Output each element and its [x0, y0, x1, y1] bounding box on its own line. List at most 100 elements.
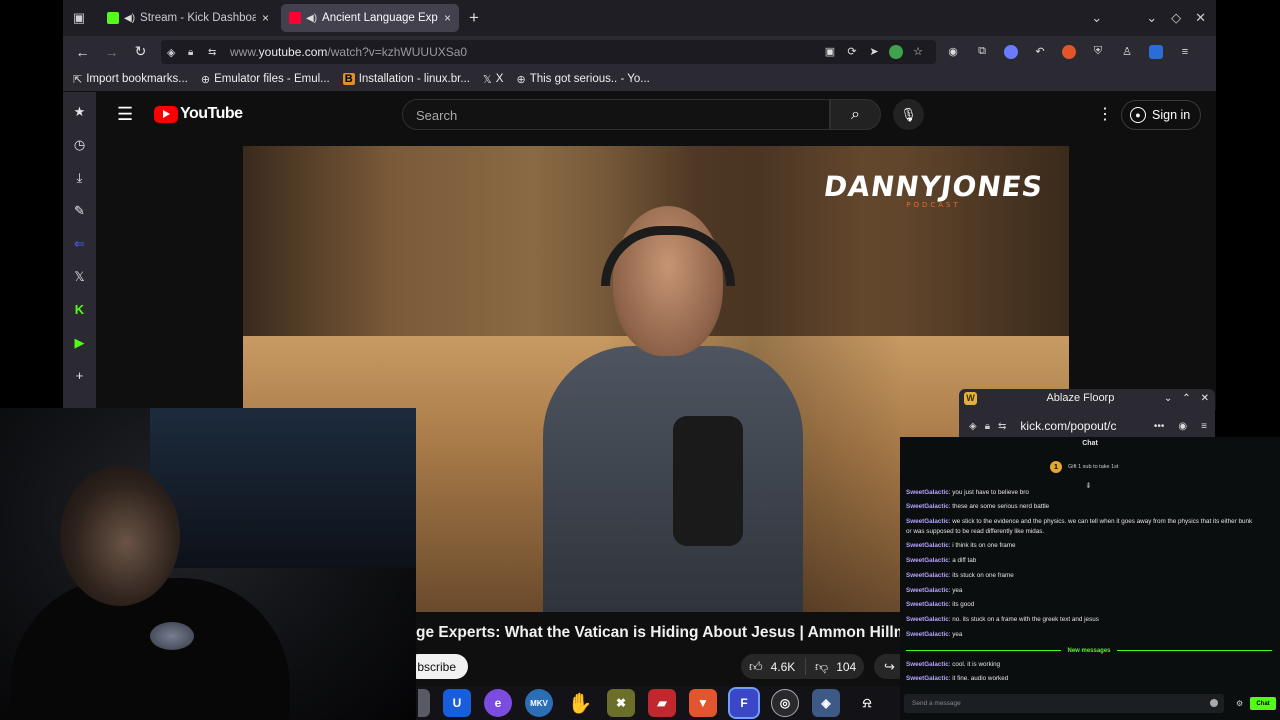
- speaker-icon[interactable]: ◀): [306, 13, 317, 24]
- maximize-icon[interactable]: ◇: [1171, 10, 1181, 26]
- chat-username[interactable]: SweetGalactic: [906, 616, 949, 623]
- add-panel-icon[interactable]: +: [71, 367, 88, 384]
- tool-icon[interactable]: ✖: [607, 689, 635, 717]
- translate-icon[interactable]: ⟳: [845, 45, 859, 59]
- hand-icon[interactable]: ✋: [566, 689, 594, 717]
- close-tab-icon[interactable]: ×: [444, 11, 451, 25]
- firefox-icon[interactable]: [1062, 44, 1076, 59]
- guide-menu-icon[interactable]: ☰: [117, 104, 133, 125]
- shield-icon[interactable]: ◈: [167, 46, 175, 59]
- bookmark-import[interactable]: ⇱ Import bookmarks...: [73, 73, 188, 86]
- youtube-logo[interactable]: YouTube: [154, 105, 243, 123]
- chat-username[interactable]: SweetGalactic: [906, 601, 949, 608]
- close-tab-icon[interactable]: ×: [262, 11, 269, 25]
- hamburger-menu-icon[interactable]: ≡: [1178, 45, 1192, 59]
- more-icon[interactable]: •••: [1154, 421, 1165, 432]
- close-window-icon[interactable]: ✕: [1195, 10, 1206, 26]
- hamburger-menu-icon[interactable]: ≡: [1201, 421, 1207, 432]
- permissions-icon[interactable]: ⇆: [998, 421, 1006, 432]
- subscribe-button[interactable]: bscribe: [416, 654, 468, 679]
- history-icon[interactable]: ◷: [71, 136, 88, 153]
- send-icon[interactable]: ➤: [867, 45, 881, 59]
- search-input[interactable]: Search: [402, 99, 830, 130]
- url-bar[interactable]: ◈ 🔒︎ ⇆ www.youtube.com/watch?v=kzhWUUUXS…: [161, 40, 936, 64]
- floorp-icon[interactable]: F: [728, 687, 760, 719]
- obs-icon[interactable]: ◎: [771, 689, 799, 717]
- chat-message-input[interactable]: Send a message: [904, 694, 1224, 713]
- chat-send-button[interactable]: Chat: [1250, 697, 1276, 710]
- chat-username[interactable]: SweetGalactic: [906, 631, 949, 638]
- minimize-icon[interactable]: ⌄: [1164, 393, 1172, 404]
- dislike-button[interactable]: 👎︎ 104: [806, 659, 856, 675]
- chat-username[interactable]: SweetGalactic: [906, 542, 949, 549]
- gear-icon[interactable]: ⚙: [1236, 699, 1243, 708]
- lock-icon[interactable]: 🔒︎: [188, 47, 193, 58]
- chat-username[interactable]: SweetGalactic: [906, 518, 949, 525]
- rumble-panel-icon[interactable]: ▶: [71, 334, 88, 351]
- bookmark-x[interactable]: 𝕏X: [483, 73, 504, 86]
- new-tab-button[interactable]: +: [469, 8, 479, 28]
- popup-url-bar[interactable]: ◈ 🔒︎ ⇆ kick.com/popout/c ••• ◉ ≡: [959, 415, 1215, 437]
- picture-icon[interactable]: ▣: [823, 45, 837, 59]
- bookmark-star-icon[interactable]: ☆: [911, 45, 925, 59]
- new-messages-divider[interactable]: New messages: [906, 646, 1272, 655]
- reload-icon[interactable]: ↻: [126, 43, 155, 60]
- permissions-icon[interactable]: ⇆: [208, 47, 216, 58]
- person-icon[interactable]: ♙: [1120, 45, 1134, 59]
- tab-list-icon[interactable]: ▣: [63, 0, 95, 36]
- maximize-icon[interactable]: ⌃: [1182, 393, 1190, 404]
- emote-icon[interactable]: [1210, 699, 1218, 707]
- account-icon[interactable]: ◉: [946, 45, 960, 59]
- back-icon[interactable]: ←: [68, 44, 97, 60]
- chat-username[interactable]: SweetGalactic: [906, 587, 949, 594]
- account-icon[interactable]: ◉: [1178, 421, 1187, 432]
- like-button[interactable]: 👍︎ 4.6K: [741, 658, 806, 675]
- tab-youtube[interactable]: ◀) Ancient Language Experts ×: [281, 4, 459, 32]
- minimize-icon[interactable]: ⌄: [1146, 10, 1157, 26]
- mkv-icon[interactable]: MKV: [525, 689, 553, 717]
- voice-search-button[interactable]: 🎙︎: [893, 99, 924, 130]
- share-button[interactable]: ↪: [874, 654, 900, 679]
- chat-username[interactable]: SweetGalactic: [906, 503, 949, 510]
- pinned-gift-banner[interactable]: 1 Gift 1 sub to take 1st: [1050, 461, 1118, 473]
- app-icon[interactable]: ◈: [812, 689, 840, 717]
- forward-icon[interactable]: →: [97, 44, 126, 60]
- chat-username[interactable]: SweetGalactic: [906, 661, 949, 668]
- settings-kebab-icon[interactable]: ⋮: [1097, 104, 1113, 124]
- notes-icon[interactable]: ✎: [71, 202, 88, 219]
- expand-arrow-icon[interactable]: ⇟: [1085, 481, 1092, 490]
- close-window-icon[interactable]: ✕: [1201, 393, 1209, 404]
- tray-icon[interactable]: ⍾: [853, 689, 881, 717]
- sign-in-button[interactable]: ● Sign in: [1121, 100, 1201, 130]
- downloads-icon[interactable]: ⤓: [71, 169, 88, 186]
- undo-icon[interactable]: ↶: [1033, 45, 1047, 59]
- chat-username[interactable]: SweetGalactic: [906, 557, 949, 564]
- floorp-panel-icon[interactable]: ⇐: [71, 235, 88, 252]
- green-extension-icon[interactable]: [889, 44, 903, 59]
- bitwarden-icon[interactable]: U: [443, 689, 471, 717]
- red-app-icon[interactable]: ▰: [648, 689, 676, 717]
- profile-icon[interactable]: [1004, 44, 1018, 59]
- search-button[interactable]: ⌕: [830, 99, 881, 130]
- ublock-icon[interactable]: ⛨: [1091, 45, 1105, 59]
- bookmarks-star-icon[interactable]: ★: [71, 103, 88, 120]
- kick-panel-icon[interactable]: K: [71, 301, 88, 318]
- shield-icon[interactable]: ◈: [969, 421, 977, 432]
- lock-icon[interactable]: 🔒︎: [985, 421, 990, 432]
- chat-username[interactable]: SweetGalactic: [906, 675, 949, 682]
- extensions-icon[interactable]: ⧉: [975, 45, 989, 59]
- brave-icon[interactable]: ▼: [689, 689, 717, 717]
- blue-extension-icon[interactable]: [1149, 44, 1163, 59]
- bookmark-installation[interactable]: B Installation - linux.br...: [342, 73, 470, 85]
- tab-overflow-chevron-icon[interactable]: ⌄: [1091, 10, 1102, 26]
- editor-icon[interactable]: e: [484, 689, 512, 717]
- speaker-icon[interactable]: ◀): [124, 13, 135, 24]
- x-panel-icon[interactable]: 𝕏: [71, 268, 88, 285]
- chat-username[interactable]: SweetGalactic: [906, 489, 949, 496]
- pinned-text: Gift 1 sub to take 1st: [1068, 464, 1119, 470]
- tab-kick-dashboard[interactable]: ◀) Stream - Kick Dashboard ×: [99, 4, 277, 32]
- bookmark-emulator[interactable]: ⊕ Emulator files - Emul...: [201, 73, 330, 86]
- chat-username[interactable]: SweetGalactic: [906, 572, 949, 579]
- files-icon[interactable]: [418, 689, 430, 717]
- bookmark-this-got-serious[interactable]: ⊕ This got serious.. - Yo...: [516, 73, 649, 86]
